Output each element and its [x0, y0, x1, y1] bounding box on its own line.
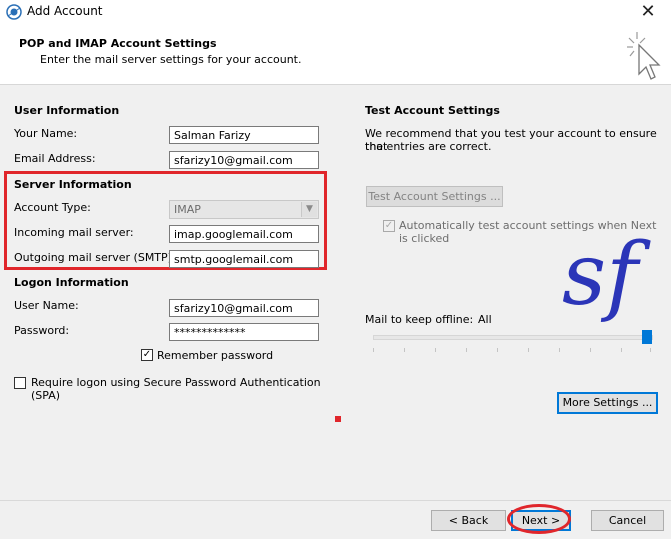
incoming-server-label: Incoming mail server: [14, 226, 134, 239]
remember-password-checkbox[interactable]: ✓ [141, 349, 153, 361]
password-input[interactable]: ************* [169, 323, 319, 341]
slider-tick [466, 348, 467, 352]
test-description-line2: the entries are correct. [365, 140, 492, 153]
auto-test-checkbox: ✓ [383, 220, 395, 232]
slider-tick [559, 348, 560, 352]
email-address-input[interactable]: sfarizy10@gmail.com [169, 151, 319, 169]
user-name-input[interactable]: sfarizy10@gmail.com [169, 299, 319, 317]
offline-label: Mail to keep offline: [365, 313, 474, 326]
chevron-down-icon: ▼ [301, 202, 317, 217]
slider-tick [650, 348, 651, 352]
sf-watermark-logo: sf [562, 225, 651, 322]
outgoing-server-input[interactable]: smtp.googlemail.com [169, 250, 319, 268]
password-label: Password: [14, 324, 70, 337]
sf-watermark-text: sf [562, 225, 651, 322]
outgoing-server-label: Outgoing mail server (SMTP): [14, 251, 176, 264]
account-type-select: IMAP ▼ [169, 200, 319, 219]
your-name-label: Your Name: [14, 127, 78, 140]
remember-password-label: Remember password [157, 349, 274, 362]
slider-tick [621, 348, 622, 352]
offline-slider-thumb[interactable] [642, 330, 652, 344]
header-title: POP and IMAP Account Settings [19, 37, 217, 50]
slider-tick [373, 348, 374, 352]
slider-tick [528, 348, 529, 352]
spa-label-line1: Require logon using Secure Password Auth… [31, 376, 321, 389]
account-type-label: Account Type: [14, 201, 91, 214]
slider-tick [590, 348, 591, 352]
back-button[interactable]: < Back [431, 510, 506, 531]
test-account-settings-button: Test Account Settings ... [366, 186, 503, 207]
spa-checkbox[interactable] [14, 377, 26, 389]
auto-test-label-line2: is clicked [399, 232, 450, 245]
slider-tick [404, 348, 405, 352]
close-button[interactable]: ✕ [628, 0, 668, 26]
email-address-label: Email Address: [14, 152, 96, 165]
footer-divider [0, 500, 671, 501]
window-title: Add Account [27, 4, 103, 18]
header-subtitle: Enter the mail server settings for your … [40, 53, 302, 66]
slider-tick [497, 348, 498, 352]
offline-value: All [478, 313, 492, 326]
spa-label-line2: (SPA) [31, 389, 61, 402]
test-settings-title: Test Account Settings [365, 104, 500, 117]
next-highlight-ellipse [507, 504, 571, 534]
slider-tick [435, 348, 436, 352]
more-settings-button[interactable]: More Settings ... [557, 392, 658, 414]
cursor-click-icon [627, 32, 661, 80]
cancel-button[interactable]: Cancel [591, 510, 664, 531]
incoming-server-input[interactable]: imap.googlemail.com [169, 225, 319, 243]
account-type-value: IMAP [174, 203, 201, 216]
your-name-input[interactable]: Salman Farizy [169, 126, 319, 144]
offline-slider-track[interactable] [373, 335, 653, 340]
logon-info-title: Logon Information [14, 276, 129, 289]
server-info-title: Server Information [14, 178, 132, 191]
outlook-icon [6, 4, 22, 20]
user-name-label: User Name: [14, 299, 79, 312]
user-info-title: User Information [14, 104, 120, 117]
red-marker [335, 416, 341, 422]
